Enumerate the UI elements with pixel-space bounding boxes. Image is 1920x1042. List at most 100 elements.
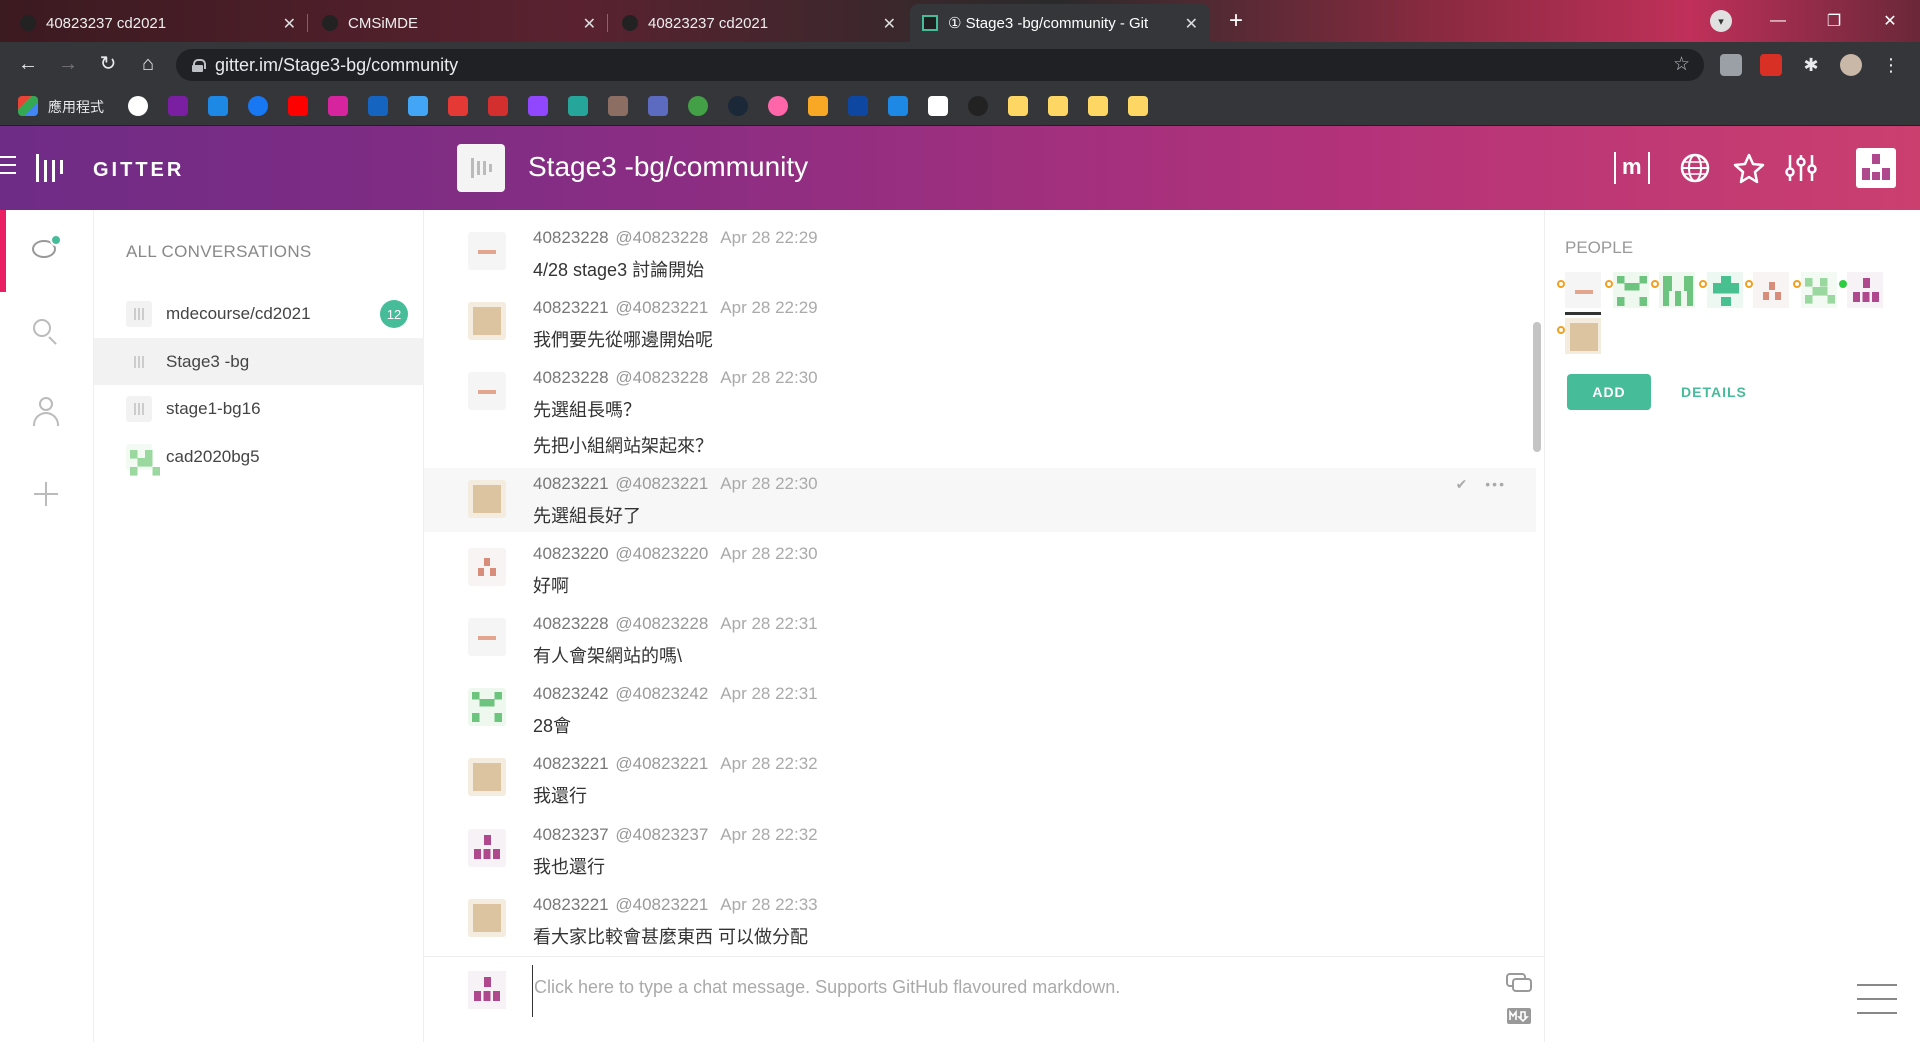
close-tab-icon[interactable]: ✕ bbox=[583, 14, 596, 34]
home-icon[interactable]: ⌂ bbox=[134, 50, 162, 78]
user-avatar[interactable] bbox=[468, 548, 506, 586]
close-tab-icon[interactable]: ✕ bbox=[1185, 14, 1198, 34]
hamburger-menu-icon[interactable] bbox=[0, 156, 16, 180]
message-username[interactable]: @40823221 bbox=[615, 895, 708, 914]
bookmark-teal-icon[interactable] bbox=[568, 96, 588, 116]
close-tab-icon[interactable]: ✕ bbox=[283, 14, 296, 34]
extension-icon[interactable] bbox=[1720, 54, 1742, 76]
message-author[interactable]: 40823221 bbox=[533, 895, 609, 914]
browser-tab-active[interactable]: ① Stage3 -bg/community - Git ✕ bbox=[910, 4, 1210, 42]
reload-icon[interactable]: ↻ bbox=[94, 50, 122, 78]
new-tab-button[interactable]: + bbox=[1222, 8, 1250, 36]
conversation-item[interactable]: stage1-bg16 bbox=[94, 385, 424, 432]
person-avatar[interactable] bbox=[1605, 272, 1649, 308]
restore-button[interactable]: ❐ bbox=[1806, 0, 1862, 42]
chat-message[interactable]: 40823221 @40823221 Apr 28 22:32 我還行 bbox=[424, 748, 1536, 818]
message-username[interactable]: @40823242 bbox=[615, 684, 708, 703]
address-bar[interactable]: gitter.im/Stage3-bg/community ☆ bbox=[176, 49, 1704, 81]
browser-tab-2[interactable]: CMSiMDE ✕ bbox=[310, 4, 608, 42]
message-timestamp[interactable]: Apr 28 22:29 bbox=[720, 228, 817, 247]
google-icon[interactable] bbox=[128, 96, 148, 116]
person-avatar[interactable] bbox=[1557, 272, 1601, 315]
bookmark-blue-icon[interactable] bbox=[648, 96, 668, 116]
bookmark-star-icon[interactable]: ☆ bbox=[1673, 53, 1690, 76]
message-username[interactable]: @40823228 bbox=[615, 368, 708, 387]
message-timestamp[interactable]: Apr 28 22:30 bbox=[720, 474, 817, 493]
close-tab-icon[interactable]: ✕ bbox=[883, 14, 896, 34]
conversation-item-active[interactable]: Stage3 -bg bbox=[94, 338, 424, 385]
message-timestamp[interactable]: Apr 28 22:30 bbox=[720, 544, 817, 563]
message-author[interactable]: 40823220 bbox=[533, 544, 609, 563]
message-author[interactable]: 40823228 bbox=[533, 614, 609, 633]
chat-message[interactable]: 40823221 @40823221 Apr 28 22:30 先選組長好了 ✔ … bbox=[424, 468, 1536, 532]
bookmark-brown-icon[interactable] bbox=[608, 96, 628, 116]
instagram-icon[interactable] bbox=[328, 96, 348, 116]
back-arrow-icon[interactable]: ← bbox=[14, 50, 42, 78]
message-more-icon[interactable]: ••• bbox=[1485, 476, 1506, 492]
message-username[interactable]: @40823220 bbox=[615, 544, 708, 563]
conversation-item[interactable]: cad2020bg5 bbox=[94, 433, 424, 480]
message-timestamp[interactable]: Apr 28 22:30 bbox=[720, 368, 817, 387]
twitch-icon[interactable] bbox=[528, 96, 548, 116]
conversation-item[interactable]: mdecourse/cd2021 12 bbox=[94, 290, 424, 337]
bookmark-folder-icon[interactable] bbox=[1048, 96, 1068, 116]
message-username[interactable]: @40823221 bbox=[615, 298, 708, 317]
bookmark-folder-icon[interactable] bbox=[1008, 96, 1028, 116]
tab-search-icon[interactable]: ▾ bbox=[1710, 10, 1732, 32]
bookmark-apps-label[interactable]: 應用程式 bbox=[48, 97, 104, 117]
message-timestamp[interactable]: Apr 28 22:29 bbox=[720, 298, 817, 317]
message-author[interactable]: 40823228 bbox=[533, 368, 609, 387]
create-plus-icon[interactable] bbox=[30, 478, 62, 510]
browser-tab-3[interactable]: 40823237 cd2021 ✕ bbox=[610, 4, 908, 42]
browser-menu-icon[interactable]: ⋮ bbox=[1880, 54, 1902, 76]
user-avatar[interactable] bbox=[468, 758, 506, 796]
person-avatar[interactable] bbox=[1651, 272, 1695, 308]
markdown-icon[interactable] bbox=[1506, 1007, 1532, 1027]
steam-icon[interactable] bbox=[728, 96, 748, 116]
panel-menu-icon[interactable] bbox=[1857, 984, 1897, 1026]
person-avatar[interactable] bbox=[1745, 272, 1789, 308]
star-icon[interactable] bbox=[1732, 148, 1766, 188]
user-avatar[interactable] bbox=[468, 372, 506, 410]
message-timestamp[interactable]: Apr 28 22:31 bbox=[720, 684, 817, 703]
bookmark-chrome-icon[interactable] bbox=[408, 96, 428, 116]
apps-grid-icon[interactable] bbox=[18, 96, 38, 116]
message-username[interactable]: @40823228 bbox=[615, 614, 708, 633]
user-avatar[interactable] bbox=[468, 829, 506, 867]
message-username[interactable]: @40823228 bbox=[615, 228, 708, 247]
message-timestamp[interactable]: Apr 28 22:32 bbox=[720, 754, 817, 773]
message-timestamp[interactable]: Apr 28 22:33 bbox=[720, 895, 817, 914]
user-avatar[interactable] bbox=[468, 618, 506, 656]
chat-message[interactable]: 40823228 @40823228 Apr 28 22:29 4/28 stag… bbox=[424, 222, 1536, 292]
message-author[interactable]: 40823221 bbox=[533, 754, 609, 773]
matrix-icon[interactable]: m bbox=[1614, 148, 1650, 188]
details-button[interactable]: DETAILS bbox=[1681, 374, 1747, 410]
message-author[interactable]: 40823228 bbox=[533, 228, 609, 247]
user-avatar[interactable] bbox=[468, 302, 506, 340]
mail-icon[interactable] bbox=[168, 96, 188, 116]
user-avatar[interactable] bbox=[468, 232, 506, 270]
chat-message[interactable]: 40823221 @40823221 Apr 28 22:33 看大家比較會甚麼東… bbox=[424, 889, 1536, 956]
bookmark-green-icon[interactable] bbox=[688, 96, 708, 116]
globe-icon[interactable] bbox=[1678, 148, 1712, 188]
person-avatar[interactable] bbox=[1557, 318, 1601, 354]
osu-icon[interactable] bbox=[768, 96, 788, 116]
bookmark-yellow-icon[interactable] bbox=[808, 96, 828, 116]
message-author[interactable]: 40823237 bbox=[533, 825, 609, 844]
chat-input[interactable]: Click here to type a chat message. Suppo… bbox=[532, 965, 1482, 1017]
message-username[interactable]: @40823221 bbox=[615, 474, 708, 493]
calendar-icon[interactable] bbox=[208, 96, 228, 116]
user-avatar[interactable] bbox=[1856, 148, 1896, 188]
profile-avatar[interactable] bbox=[1840, 54, 1862, 76]
people-icon[interactable] bbox=[30, 396, 62, 428]
person-avatar[interactable] bbox=[1699, 272, 1743, 308]
user-avatar[interactable] bbox=[468, 688, 506, 726]
bookmark-dark-icon[interactable] bbox=[968, 96, 988, 116]
bookmark-b-icon[interactable] bbox=[368, 96, 388, 116]
bookmark-navy-icon[interactable] bbox=[848, 96, 868, 116]
chat-message[interactable]: 40823220 @40823220 Apr 28 22:30 好啊 bbox=[424, 538, 1536, 608]
youtube-icon[interactable] bbox=[288, 96, 308, 116]
conversations-chat-icon[interactable] bbox=[30, 234, 62, 266]
chat-message[interactable]: 40823221 @40823221 Apr 28 22:29 我們要先從哪邊開始… bbox=[424, 292, 1536, 362]
message-timestamp[interactable]: Apr 28 22:32 bbox=[720, 825, 817, 844]
